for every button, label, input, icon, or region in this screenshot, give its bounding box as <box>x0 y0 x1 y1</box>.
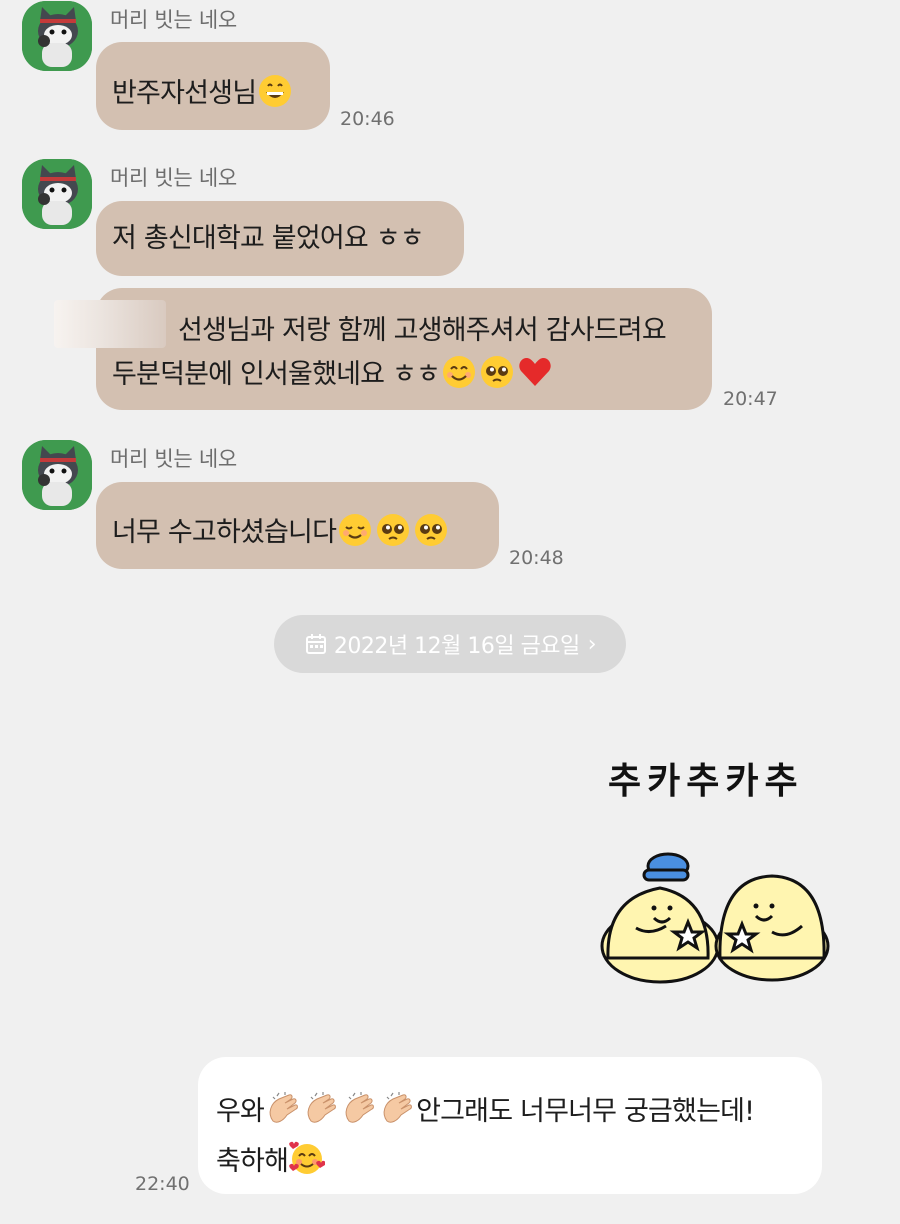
pleading-face-emoji <box>479 354 515 390</box>
message-bubble[interactable]: 반주자선생님 <box>96 42 330 130</box>
clapping-hands-emoji <box>379 1091 415 1127</box>
my-message-text: 안그래도 너무너무 궁금했는데! <box>416 1096 755 1127</box>
clapping-hands-emoji <box>341 1091 377 1127</box>
sticker-text: 추카추카추 <box>608 761 804 802</box>
sender-name: 머리 빗는 네오 <box>110 447 237 471</box>
sender-name: 머리 빗는 네오 <box>110 166 237 190</box>
congrats-sticker[interactable] <box>596 848 836 988</box>
chevron-right-icon: › <box>587 631 597 657</box>
clapping-hands-emoji <box>303 1091 339 1127</box>
message-text: 두분덕분에 인서울했네요 ㅎㅎ <box>112 359 441 390</box>
clapping-hands-emoji <box>265 1091 301 1127</box>
pleading-face-emoji <box>375 512 411 548</box>
my-message-time: 22:40 <box>135 1173 190 1195</box>
sender-avatar[interactable] <box>22 440 92 510</box>
message-bubble[interactable]: 저 총신대학교 붙었어요 ㅎㅎ <box>96 201 464 276</box>
message-text: 너무 수고하셨습니다 <box>112 517 337 548</box>
relaxed-face-emoji <box>337 512 373 548</box>
message-text-line: 두분덕분에 인서울했네요 ㅎㅎ <box>112 352 712 398</box>
message-text-line: 선생님과 저랑 함께 고생해주셔서 감사드려요 <box>178 315 667 346</box>
message-time: 20:47 <box>723 388 778 410</box>
my-message-text: 우와 <box>216 1096 265 1127</box>
smiling-face-with-hearts-emoji <box>289 1141 326 1177</box>
blurred-name <box>54 300 166 348</box>
date-divider[interactable]: 2022년 12월 16일 금요일 › <box>274 615 626 673</box>
message-time: 20:48 <box>509 547 564 569</box>
my-message-line: 축하해 <box>216 1137 822 1187</box>
message-text: 저 총신대학교 붙었어요 ㅎㅎ <box>112 223 425 254</box>
message-bubble[interactable]: 선생님과 저랑 함께 고생해주셔서 감사드려요 두분덕분에 인서울했네요 ㅎㅎ <box>96 288 712 410</box>
message-bubble[interactable]: 너무 수고하셨습니다 <box>96 482 499 569</box>
smiling-face-emoji <box>441 354 477 390</box>
my-message-line: 우와 안그래도 너무너무 궁금했는데! <box>216 1087 822 1137</box>
message-time: 20:46 <box>340 108 395 130</box>
my-message-bubble[interactable]: 우와 안그래도 너무너무 궁금했는데! 축하해 <box>198 1057 822 1194</box>
message-text: 반주자선생님 <box>112 78 257 109</box>
sender-avatar[interactable] <box>22 159 92 229</box>
sender-avatar[interactable] <box>22 1 92 71</box>
sender-name: 머리 빗는 네오 <box>110 8 237 32</box>
grinning-face-emoji <box>257 73 293 109</box>
calendar-icon <box>304 632 328 656</box>
pleading-face-emoji <box>413 512 449 548</box>
red-heart-emoji <box>517 354 553 390</box>
my-message-text: 축하해 <box>216 1146 289 1177</box>
date-label: 2022년 12월 16일 금요일 <box>333 634 580 659</box>
